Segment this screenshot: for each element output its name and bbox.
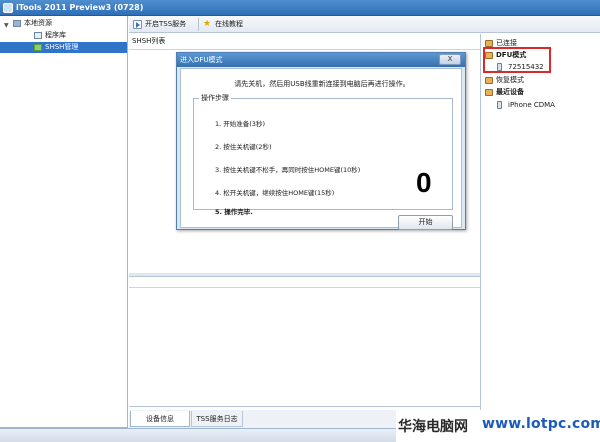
- phone-icon: [497, 63, 502, 71]
- device-group-label: 最近设备: [496, 88, 524, 96]
- tab-device-info[interactable]: 设备信息: [130, 411, 190, 427]
- folder-icon: [485, 89, 493, 96]
- phone-icon: [497, 101, 502, 109]
- title-bar: iTools 2011 Preview3 (0728): [0, 0, 600, 16]
- device-label: 72515432: [508, 63, 544, 71]
- tree-item-label: SHSH管理: [45, 43, 79, 51]
- steps-group-label: 操作步骤: [199, 94, 231, 103]
- tree-item-label: 程序库: [45, 31, 66, 39]
- online-tutorial-label: 在线教程: [215, 20, 243, 28]
- step-2: 2. 按住关机键(2秒): [215, 143, 272, 151]
- divider: [129, 287, 480, 288]
- toolbar-separator: [198, 18, 199, 31]
- window-title: iTools 2011 Preview3 (0728): [16, 3, 144, 12]
- watermark: 华海电脑网 www.lotpc.com: [396, 410, 600, 442]
- folder-icon: [485, 52, 493, 59]
- step-5: 5. 操作完毕.: [215, 208, 253, 216]
- watermark-site-name: 华海电脑网: [398, 419, 468, 435]
- watermark-url: www.lotpc.com: [482, 416, 600, 432]
- device-group-label: DFU模式: [496, 51, 527, 59]
- tree-item-library[interactable]: 程序库: [0, 30, 127, 41]
- countdown-number: 0: [416, 167, 432, 198]
- library-icon: [34, 32, 42, 39]
- tree-item-local-resources[interactable]: ▼ 本地资源: [0, 18, 127, 29]
- step-3: 3. 按住关机键不松手，再同时按住HOME键(10秒): [215, 166, 361, 174]
- folder-icon: [485, 40, 493, 47]
- resource-tree: ▼ 本地资源 程序库 SHSH管理: [0, 16, 128, 438]
- start-tss-label: 开启TSS服务: [145, 20, 187, 28]
- shsh-icon: [34, 44, 42, 51]
- dialog-title: 进入DFU模式: [180, 56, 223, 64]
- detail-panel[interactable]: [129, 276, 480, 407]
- device-panel: 已连接 DFU模式 72515432 恢复模式 最近设备 iPhone CDMA: [481, 34, 600, 412]
- start-tss-button[interactable]: 开启TSS服务: [133, 17, 197, 32]
- toolbar: 开启TSS服务 ★ 在线教程: [129, 16, 600, 33]
- dfu-dialog: 进入DFU模式 X 请先关机，然后用USB线重新连接到电脑后再进行操作。 操作步…: [176, 52, 466, 230]
- dialog-instruction: 请先关机，然后用USB线重新连接到电脑后再进行操作。: [234, 80, 410, 88]
- device-label: iPhone CDMA: [508, 101, 555, 109]
- step-1: 1. 开始准备(3秒): [215, 120, 265, 128]
- step-4: 4. 松开关机键，继续按住HOME键(15秒): [215, 189, 335, 197]
- computer-icon: [13, 20, 21, 27]
- online-tutorial-button[interactable]: ★ 在线教程: [203, 17, 263, 32]
- dialog-body: 请先关机，然后用USB线重新连接到电脑后再进行操作。 操作步骤 1. 开始准备(…: [180, 68, 462, 230]
- folder-icon: [485, 77, 493, 84]
- tree-item-label: 本地资源: [24, 19, 52, 27]
- shsh-list-header: SHSH列表: [132, 37, 166, 45]
- start-button[interactable]: 开始: [398, 215, 453, 230]
- app-icon: [3, 3, 13, 13]
- play-icon: [133, 20, 142, 29]
- dialog-title-bar[interactable]: 进入DFU模式 X: [177, 53, 465, 67]
- tab-tss-log[interactable]: TSS服务日志: [191, 411, 243, 427]
- device-group-label: 恢复模式: [496, 76, 524, 84]
- close-button[interactable]: X: [439, 54, 461, 65]
- tree-item-shsh[interactable]: SHSH管理: [0, 42, 127, 53]
- steps-group: 操作步骤 1. 开始准备(3秒) 2. 按住关机键(2秒) 3. 按住关机键不松…: [193, 94, 453, 230]
- star-icon: ★: [203, 19, 212, 29]
